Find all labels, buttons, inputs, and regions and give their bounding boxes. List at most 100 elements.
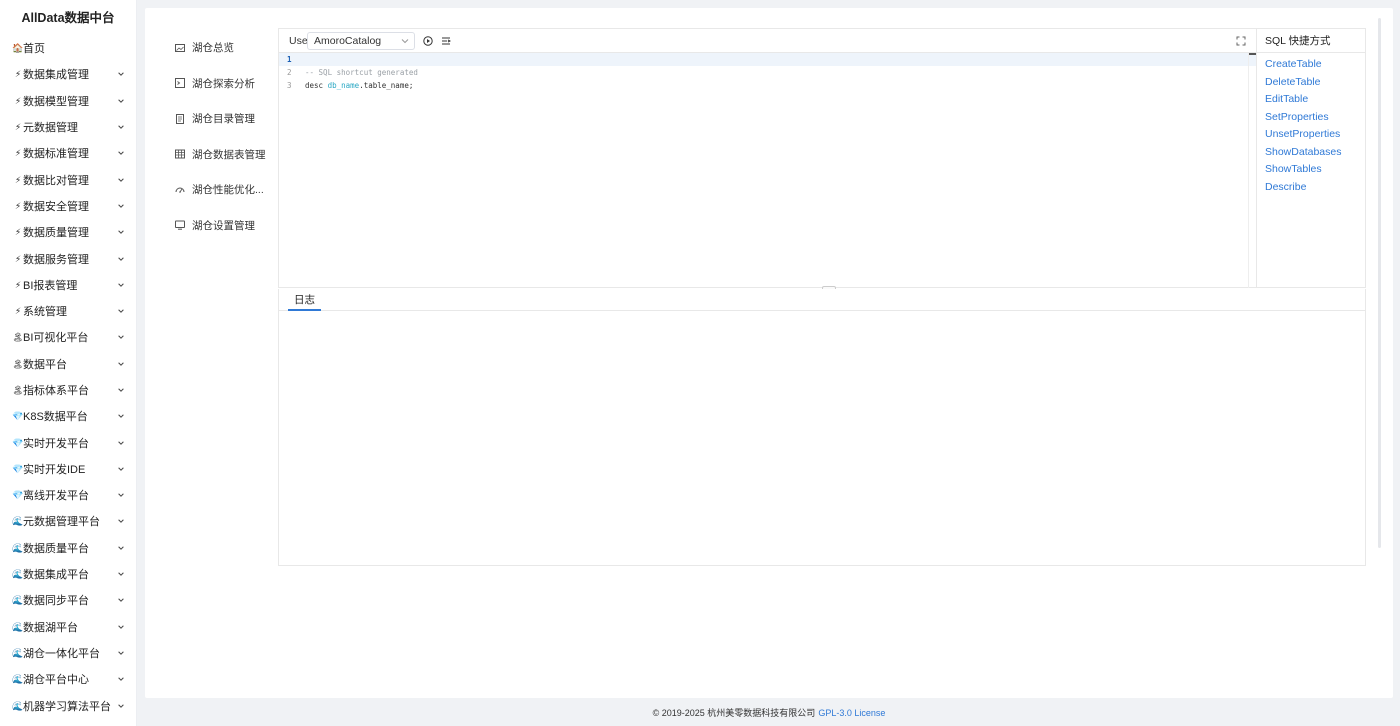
chevron-down-icon [116,254,126,264]
chevron-down-icon [400,36,410,46]
code-token: desc [305,81,328,90]
sidebar-item[interactable]: 🌊 湖仓平台中心 [0,666,136,692]
chevron-down-icon [116,306,126,316]
chevron-down-icon [116,438,126,448]
sidebar-item[interactable]: 🌊 机器学习算法平台 [0,692,136,718]
run-icon[interactable] [421,34,435,48]
chevron-down-icon [116,595,126,605]
shortcuts-list: CreateTable DeleteTable EditTable SetProper… [1257,53,1365,196]
chevron-down-icon [116,490,126,500]
lightning-icon: ⚡ [14,148,22,159]
chevron-down-icon [116,359,126,369]
sidebar-item-label: 数据平台 [23,358,67,371]
chevron-down-icon [116,543,126,553]
sidebar-item[interactable]: 🌊 数据集成平台 [0,561,136,587]
chevron-down-icon [116,701,126,711]
table-icon [174,149,185,160]
shortcut-link[interactable]: ShowDatabases [1257,144,1365,162]
shortcut-link[interactable]: UnsetProperties [1257,126,1365,144]
sidebar-item[interactable]: 🏝 BI可视化平台 [0,324,136,350]
code-token: .table_name; [359,81,414,90]
lake-menu-item-label: 湖仓目录管理 [192,113,255,126]
lake-menu-item[interactable]: 湖仓性能优化... [160,172,270,208]
sidebar-item[interactable]: ⚡ 数据比对管理 [0,166,136,192]
sidebar-item-label: 指标体系平台 [23,385,89,397]
sidebar-item-label: 数据质量管理 [23,227,89,240]
lake-menu-item[interactable]: 湖仓探索分析 [160,66,270,102]
sidebar-item[interactable]: ⚡ BI报表管理 [0,272,136,298]
shortcut-link[interactable]: DeleteTable [1257,74,1365,92]
shortcut-link[interactable]: ShowTables [1257,161,1365,179]
lake-menu-item[interactable]: 湖仓设置管理 [160,208,270,244]
wave-icon: 🌊 [12,595,24,606]
shortcut-link[interactable]: EditTable [1257,91,1365,109]
sidebar-item[interactable]: ⚡ 系统管理 [0,298,136,324]
footer-copyright: © 2019-2025 杭州美零数据科技有限公司 [652,708,816,718]
code-content: desc db_name.table_name; [305,79,413,92]
sidebar-item[interactable]: ⚡ 元数据管理 [0,114,136,140]
chevron-down-icon [116,516,126,526]
log-tabs: 日志 [279,289,1365,311]
sidebar: AllData数据中台 🏠 首页 ⚡ 数据集成管理 ⚡ 数据模型管理 ⚡ 元数据管理 ⚡ 数据标准… [0,0,137,726]
lightning-icon: ⚡ [14,200,22,211]
lightning-icon: ⚡ [14,95,22,106]
format-icon[interactable] [439,34,453,48]
chevron-down-icon [116,122,126,132]
shortcut-link[interactable]: SetProperties [1257,109,1365,127]
lake-menu-item[interactable]: 湖仓总览 [160,30,270,66]
sidebar-item[interactable]: ⚡ 数据集成管理 [0,61,136,87]
sidebar-item[interactable]: 🌊 数据湖平台 [0,614,136,640]
sidebar-item-label: 数据标准管理 [23,148,89,161]
sidebar-item-label: 实时开发平台 [23,437,89,450]
fullscreen-icon[interactable] [1234,34,1248,48]
sidebar-item-label: K8S数据平台 [23,411,88,424]
sidebar-item[interactable]: 💎 实时开发IDE [0,456,136,482]
lightning-icon: ⚡ [14,174,22,185]
shortcut-link[interactable]: CreateTable [1257,56,1365,74]
shortcut-link[interactable]: Describe [1257,179,1365,197]
app-logo: AllData数据中台 [21,11,115,25]
chevron-down-icon [116,332,126,342]
tab-log[interactable]: 日志 [288,289,321,311]
sidebar-item[interactable]: 🌊 数据同步平台 [0,587,136,613]
sidebar-item[interactable]: ⚡ 数据模型管理 [0,88,136,114]
sidebar-item[interactable]: 🏠 首页 [0,35,136,61]
wave-icon: 🌊 [12,674,24,685]
sidebar-item[interactable]: ⚡ 数据安全管理 [0,193,136,219]
wave-icon: 🌊 [12,647,24,658]
sidebar-item[interactable]: 💎 K8S数据平台 [0,403,136,429]
lake-menu-item[interactable]: 湖仓目录管理 [160,101,270,137]
terminal-icon [174,78,185,89]
sidebar-item-label: 元数据管理 [23,122,78,135]
sidebar-item[interactable]: ⚡ 数据质量管理 [0,219,136,245]
sql-shortcuts-panel: SQL 快捷方式 CreateTable DeleteTable EditTable… [1256,28,1366,288]
lightning-icon: ⚡ [14,69,22,80]
sidebar-item[interactable]: ⚡ 数据服务管理 [0,245,136,271]
sidebar-item[interactable]: 🌊 湖仓一体化平台 [0,640,136,666]
sidebar-item[interactable]: 💎 离线开发平台 [0,482,136,508]
sidebar-item[interactable]: 🏝 数据平台 [0,351,136,377]
sidebar-item[interactable]: 🏝 指标体系平台 [0,377,136,403]
editor-scrollbar[interactable] [1248,53,1257,288]
image-icon [174,42,185,53]
code-line: 1 [279,53,1256,66]
sidebar-item[interactable]: 🌊 元数据管理平台 [0,508,136,534]
sidebar-item-label: 数据集成平台 [23,569,89,582]
chevron-down-icon [116,648,126,658]
license-link[interactable]: GPL-3.0 License [818,708,885,718]
sidebar-item[interactable]: 💎 实时开发平台 [0,429,136,455]
log-output [279,311,1365,565]
code-editor[interactable]: 1 2 -- SQL shortcut generated 3 desc db_name… [279,53,1257,288]
wave-icon: 🌊 [12,569,24,580]
code-token: -- SQL shortcut generated [305,68,418,77]
code-line: 2 -- SQL shortcut generated [279,66,1256,79]
chevron-down-icon [116,148,126,158]
catalog-select[interactable]: AmoroCatalog [307,31,415,50]
page-scrollbar[interactable] [1378,18,1381,548]
lake-menu-item[interactable]: 湖仓数据表管理 [160,137,270,173]
diamond-icon: 💎 [12,490,24,501]
diamond-icon: 💎 [12,411,24,422]
sidebar-item[interactable]: 🌊 数据质量平台 [0,535,136,561]
sidebar-item[interactable]: ⚡ 数据标准管理 [0,140,136,166]
sidebar-item-label: BI可视化平台 [23,332,89,345]
